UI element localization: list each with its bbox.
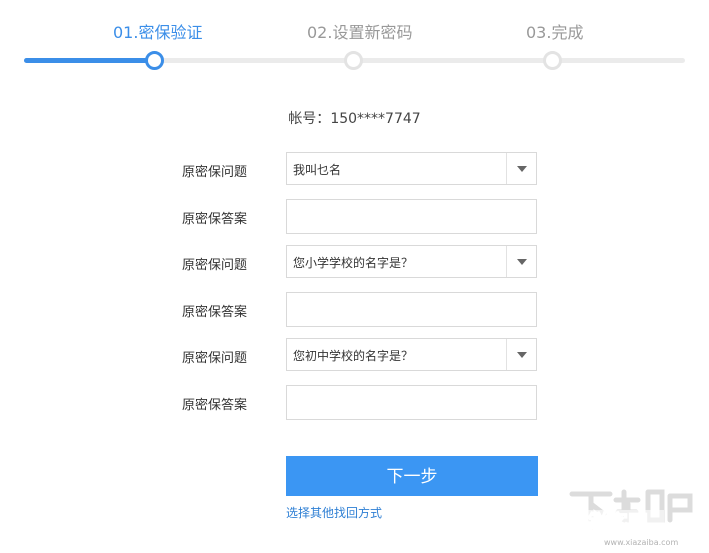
account-info: 帐号：150****7747: [0, 108, 709, 128]
account-label: 帐号：: [288, 111, 331, 127]
watermark-text: 锐客网: [588, 510, 648, 534]
question-select-value: 我叫乜名: [293, 163, 342, 177]
recovery-page: 01.密保验证 02.设置新密码 03.完成 帐号：150****7747 原密…: [0, 0, 709, 553]
question-select-value: 您小学学校的名字是？: [293, 256, 414, 270]
question-row-3: 原密保问题 您初中学校的名字是？: [0, 338, 709, 374]
question-select-2[interactable]: 您小学学校的名字是？: [286, 245, 537, 278]
question-select-value: 您初中学校的名字是？: [293, 349, 414, 363]
progress-fill: [24, 58, 157, 63]
next-step-button[interactable]: 下一步: [286, 456, 538, 496]
answer-row-1: 原密保答案: [0, 199, 709, 236]
answer-field-1[interactable]: [286, 199, 537, 234]
account-value: 150****7747: [330, 111, 421, 127]
question-select-1[interactable]: 我叫乜名: [286, 152, 537, 185]
answer-label: 原密保答案: [182, 212, 248, 227]
answer-field-2[interactable]: [286, 292, 537, 327]
question-select-3[interactable]: 您初中学校的名字是？: [286, 338, 537, 371]
other-methods-link[interactable]: 选择其他找回方式: [286, 504, 382, 521]
watermark-logo: 锐客网 www.xiazaiba.com: [569, 489, 693, 547]
step-3-dot: [543, 51, 562, 70]
chevron-down-icon[interactable]: [506, 246, 536, 277]
answer-field-3[interactable]: [286, 385, 537, 420]
step-1-dot: [145, 51, 164, 70]
question-label: 原密保问题: [182, 258, 248, 273]
answer-label: 原密保答案: [182, 398, 248, 413]
answer-input-1[interactable]: [287, 200, 536, 233]
step-3-label: 03.完成: [526, 23, 584, 42]
answer-input-3[interactable]: [287, 386, 536, 419]
step-2-label: 02.设置新密码: [307, 23, 413, 42]
question-label: 原密保问题: [182, 351, 248, 366]
answer-row-2: 原密保答案: [0, 292, 709, 329]
question-row-2: 原密保问题 您小学学校的名字是？: [0, 245, 709, 281]
question-label: 原密保问题: [182, 165, 248, 180]
watermark-subtext: www.xiazaiba.com: [604, 538, 678, 547]
chevron-down-icon[interactable]: [506, 153, 536, 184]
answer-input-2[interactable]: [287, 293, 536, 326]
answer-label: 原密保答案: [182, 305, 248, 320]
step-1-label: 01.密保验证: [113, 23, 203, 42]
answer-row-3: 原密保答案: [0, 385, 709, 422]
question-row-1: 原密保问题 我叫乜名: [0, 152, 709, 188]
step-2-dot: [344, 51, 363, 70]
chevron-down-icon[interactable]: [506, 339, 536, 370]
